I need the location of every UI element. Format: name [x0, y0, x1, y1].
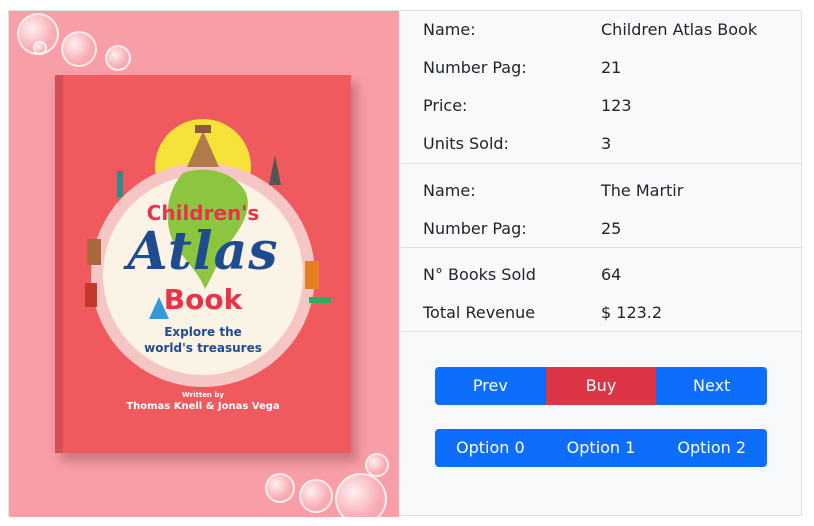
- buy-button[interactable]: Buy: [545, 367, 657, 405]
- detail-value: 21: [601, 58, 622, 77]
- book-image-panel: Children's Atlas Book Explore the world'…: [9, 11, 399, 517]
- summary-label: N° Books Sold: [423, 265, 536, 284]
- summary-value: 64: [601, 265, 622, 284]
- detail-value: Children Atlas Book: [601, 20, 758, 39]
- cover-title-line2: Atlas: [127, 221, 279, 282]
- detail-row-name: Name: The Martir: [399, 172, 803, 210]
- summary-value: $ 123.2: [601, 303, 663, 322]
- detail-value: The Martir: [601, 181, 684, 200]
- detail-row-units-sold: Units Sold: 3: [399, 125, 803, 163]
- detail-value: 123: [601, 96, 632, 115]
- detail-label: Name:: [423, 181, 476, 200]
- option-0-button[interactable]: Option 0: [435, 429, 546, 467]
- option-2-button[interactable]: Option 2: [656, 429, 767, 467]
- summary-row-revenue: Total Revenue $ 123.2: [399, 294, 803, 332]
- decorative-bubble: [105, 45, 131, 71]
- detail-row-pages: Number Pag: 21: [399, 49, 803, 87]
- detail-label: Number Pag:: [423, 219, 527, 238]
- decorative-bubble: [33, 41, 47, 55]
- next-button[interactable]: Next: [656, 367, 767, 405]
- detail-label: Number Pag:: [423, 58, 527, 77]
- option-button-group: Option 0 Option 1 Option 2: [435, 429, 767, 467]
- nav-button-group: Prev Buy Next: [435, 367, 767, 405]
- cover-written-by: Written by: [182, 391, 224, 399]
- details-panel: Name: Children Atlas Book Number Pag: 21…: [399, 11, 803, 517]
- detail-label: Name:: [423, 20, 476, 39]
- summary-section: N° Books Sold 64 Total Revenue $ 123.2: [399, 248, 803, 332]
- decorative-bubble: [265, 473, 295, 503]
- decorative-bubble: [299, 479, 333, 513]
- summary-label: Total Revenue: [423, 303, 536, 322]
- book-cover: Children's Atlas Book Explore the world'…: [55, 75, 351, 453]
- author-details-section: Name: The Martir Number Pag: 25: [399, 164, 803, 248]
- detail-row-pages: Number Pag: 25: [399, 210, 803, 248]
- prev-button[interactable]: Prev: [435, 367, 546, 405]
- detail-row-name: Name: Children Atlas Book: [399, 11, 803, 49]
- detail-label: Units Sold:: [423, 134, 509, 153]
- option-1-button[interactable]: Option 1: [545, 429, 657, 467]
- detail-value: 25: [601, 219, 622, 238]
- detail-row-price: Price: 123: [399, 87, 803, 125]
- cover-subtitle-line2: world's treasures: [144, 341, 262, 355]
- cover-authors: Thomas Knell & Jonas Vega: [126, 401, 280, 412]
- cover-title-line3: Book: [163, 283, 243, 316]
- decorative-bubble: [365, 453, 389, 477]
- product-card: Children's Atlas Book Explore the world'…: [8, 10, 803, 517]
- cover-subtitle-line1: Explore the: [164, 325, 242, 339]
- decorative-bubble: [61, 31, 97, 67]
- summary-row-books-sold: N° Books Sold 64: [399, 256, 803, 294]
- decorative-bubble: [335, 473, 387, 517]
- book-details-section: Name: Children Atlas Book Number Pag: 21…: [399, 11, 803, 164]
- detail-value: 3: [601, 134, 612, 153]
- detail-label: Price:: [423, 96, 468, 115]
